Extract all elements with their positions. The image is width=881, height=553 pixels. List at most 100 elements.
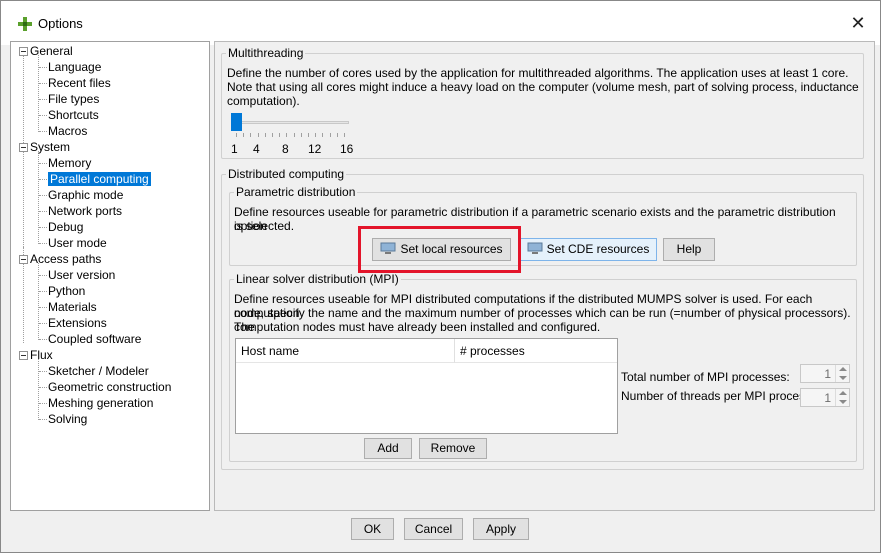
slider-tick bbox=[243, 133, 244, 137]
distributed-computing-group: Distributed computing Parametric distrib… bbox=[221, 167, 864, 470]
help-button[interactable]: Help bbox=[663, 238, 715, 261]
options-tree: General Language Recent files File types Sho… bbox=[10, 41, 210, 511]
spinner-arrows[interactable] bbox=[835, 365, 849, 382]
tree-connector bbox=[23, 55, 24, 151]
column-header-processes[interactable]: # processes bbox=[455, 339, 617, 363]
tree-item-python[interactable]: Python bbox=[48, 283, 85, 299]
slider-tick bbox=[265, 133, 266, 137]
slider-tick bbox=[322, 133, 323, 137]
multithreading-description-line2: Note that using all cores might induce a… bbox=[227, 80, 859, 94]
window-title: Options bbox=[38, 16, 83, 31]
tree-connector bbox=[39, 67, 47, 68]
tree-item-macros[interactable]: Macros bbox=[48, 123, 87, 139]
slider-tick bbox=[308, 133, 309, 137]
mpi-distribution-group: Linear solver distribution (MPI) Define … bbox=[229, 272, 857, 462]
tree-item-shortcuts[interactable]: Shortcuts bbox=[48, 107, 99, 123]
spinner-up-icon[interactable] bbox=[839, 391, 847, 395]
close-icon[interactable]: ✕ bbox=[845, 11, 871, 35]
tree-connector bbox=[39, 387, 47, 388]
tree-item-file-types[interactable]: File types bbox=[48, 91, 99, 107]
tree-item-label: Flux bbox=[30, 348, 53, 362]
tree-item-extensions[interactable]: Extensions bbox=[48, 315, 107, 331]
tree-item-label: Shortcuts bbox=[48, 108, 99, 122]
tree-item-memory[interactable]: Memory bbox=[48, 155, 91, 171]
tick-label: 16 bbox=[340, 142, 354, 156]
tree-connector bbox=[39, 339, 47, 340]
tree-item-language[interactable]: Language bbox=[48, 59, 101, 75]
tree-connector bbox=[39, 243, 47, 244]
tick-label: 8 bbox=[282, 142, 289, 156]
tree-item-sketcher-modeler[interactable]: Sketcher / Modeler bbox=[48, 363, 149, 379]
hosts-table[interactable]: Host name # processes bbox=[235, 338, 618, 434]
threads-per-mpi-process-spinner[interactable]: 1 bbox=[800, 388, 850, 407]
multithreading-legend: Multithreading bbox=[226, 46, 306, 60]
computer-icon bbox=[527, 242, 543, 254]
tree-connector bbox=[39, 403, 47, 404]
add-button[interactable]: Add bbox=[364, 438, 412, 459]
tree-item-geometric-construction[interactable]: Geometric construction bbox=[48, 379, 171, 395]
tree-connector bbox=[39, 195, 47, 196]
tree-item-user-mode[interactable]: User mode bbox=[48, 235, 107, 251]
tree-item-graphic-mode[interactable]: Graphic mode bbox=[48, 187, 123, 203]
slider-tick bbox=[344, 133, 345, 137]
tree-item-recent-files[interactable]: Recent files bbox=[48, 75, 111, 91]
cancel-button[interactable]: Cancel bbox=[404, 518, 463, 540]
tree-item-coupled-software[interactable]: Coupled software bbox=[48, 331, 141, 347]
tree-item-parallel-computing[interactable]: Parallel computing bbox=[48, 171, 151, 187]
tree-item-meshing-generation[interactable]: Meshing generation bbox=[48, 395, 153, 411]
tick-label: 12 bbox=[308, 142, 322, 156]
spinner-down-icon[interactable] bbox=[839, 376, 847, 380]
ok-button[interactable]: OK bbox=[351, 518, 394, 540]
tree-item-label: Debug bbox=[48, 220, 84, 234]
apply-button[interactable]: Apply bbox=[473, 518, 529, 540]
collapse-toggle-icon[interactable] bbox=[19, 47, 28, 56]
remove-button[interactable]: Remove bbox=[419, 438, 487, 459]
tree-item-label: Macros bbox=[48, 124, 88, 138]
tree-item-solving[interactable]: Solving bbox=[48, 411, 87, 427]
tree-item-label: Coupled software bbox=[48, 332, 142, 346]
tree-item-label: Meshing generation bbox=[48, 396, 154, 410]
multithreading-group: Multithreading Define the number of core… bbox=[221, 46, 864, 159]
tree-item-label: Language bbox=[48, 60, 102, 74]
tree-item-label: Memory bbox=[48, 156, 92, 170]
tree-item-network-ports[interactable]: Network ports bbox=[48, 203, 122, 219]
multithreading-description-line3: computation). bbox=[227, 94, 300, 108]
tree-item-system[interactable]: System bbox=[30, 139, 70, 155]
tree-connector bbox=[23, 151, 24, 247]
parametric-distribution-legend: Parametric distribution bbox=[234, 185, 358, 199]
total-mpi-processes-value: 1 bbox=[824, 367, 831, 381]
tree-item-label: File types bbox=[48, 92, 100, 106]
total-mpi-processes-spinner[interactable]: 1 bbox=[800, 364, 850, 383]
tree-connector bbox=[39, 163, 47, 164]
tree-item-flux[interactable]: Flux bbox=[30, 347, 53, 363]
tree-item-access-paths[interactable]: Access paths bbox=[30, 251, 101, 267]
slider-tick bbox=[279, 133, 280, 137]
parametric-distribution-group: Parametric distribution Define resources… bbox=[229, 185, 857, 266]
slider-track[interactable] bbox=[231, 121, 349, 124]
tree-item-debug[interactable]: Debug bbox=[48, 219, 83, 235]
collapse-toggle-icon[interactable] bbox=[19, 255, 28, 264]
column-header-host-name[interactable]: Host name bbox=[236, 339, 455, 363]
slider-tick bbox=[301, 133, 302, 137]
slider-tick bbox=[236, 133, 237, 137]
set-cde-resources-button[interactable]: Set CDE resources bbox=[519, 238, 657, 261]
title-bar: Options ✕ bbox=[1, 1, 880, 45]
mpi-distribution-legend: Linear solver distribution (MPI) bbox=[234, 272, 401, 286]
spinner-arrows[interactable] bbox=[835, 389, 849, 406]
tree-item-label: Sketcher / Modeler bbox=[48, 364, 149, 378]
collapse-toggle-icon[interactable] bbox=[19, 143, 28, 152]
tree-item-label: Materials bbox=[48, 300, 97, 314]
tree-item-user-version[interactable]: User version bbox=[48, 267, 115, 283]
slider-tick bbox=[286, 133, 287, 137]
tree-item-general[interactable]: General bbox=[30, 43, 73, 59]
threads-per-mpi-process-label: Number of threads per MPI process: bbox=[621, 389, 815, 403]
collapse-toggle-icon[interactable] bbox=[19, 351, 28, 360]
slider-thumb[interactable] bbox=[231, 113, 242, 131]
set-cde-resources-label: Set CDE resources bbox=[546, 242, 650, 256]
spinner-down-icon[interactable] bbox=[839, 400, 847, 404]
tree-connector bbox=[38, 151, 39, 244]
tree-item-materials[interactable]: Materials bbox=[48, 299, 97, 315]
tree-connector bbox=[39, 275, 47, 276]
tree-item-label: Access paths bbox=[30, 252, 102, 266]
spinner-up-icon[interactable] bbox=[839, 367, 847, 371]
